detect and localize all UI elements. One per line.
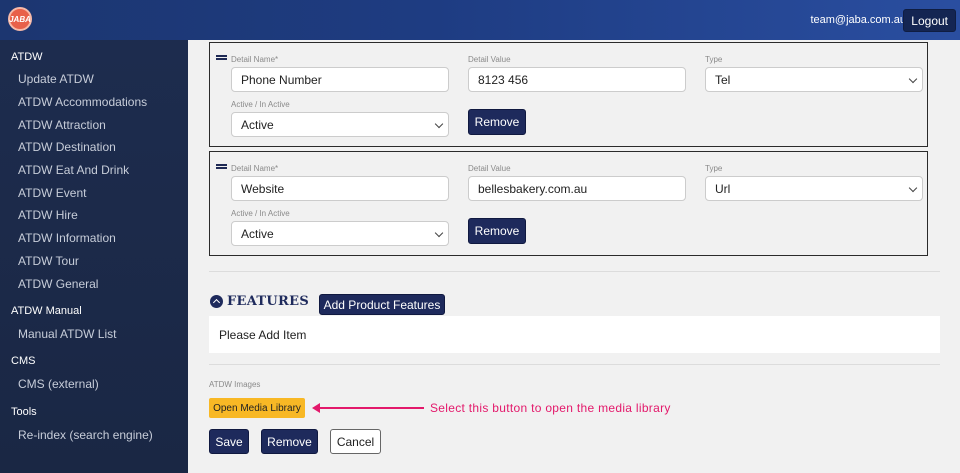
chevron-down-icon — [434, 228, 444, 238]
chevron-down-icon — [908, 183, 918, 193]
chevron-down-icon — [434, 119, 444, 129]
sidebar-item-reindex[interactable]: Re-index (search engine) — [18, 428, 153, 442]
sidebar-item-cms-external[interactable]: CMS (external) — [18, 377, 99, 391]
detail-row: Detail Name* Website Detail Value belles… — [209, 151, 928, 256]
sidebar-item-atdw-information[interactable]: ATDW Information — [18, 231, 116, 245]
sidebar-item-atdw-hire[interactable]: ATDW Hire — [18, 208, 78, 222]
sidebar-item-atdw-attraction[interactable]: ATDW Attraction — [18, 118, 106, 132]
drag-handle-icon[interactable] — [216, 164, 227, 169]
features-empty-text: Please Add Item — [219, 327, 307, 342]
sidebar-item-atdw-general[interactable]: ATDW General — [18, 277, 98, 291]
active-label: Active / In Active — [231, 209, 290, 218]
logo[interactable]: JABA — [8, 7, 32, 31]
type-select[interactable]: Tel — [705, 67, 923, 92]
sidebar-item-atdw-eat-and-drink[interactable]: ATDW Eat And Drink — [18, 163, 129, 177]
drag-handle-icon[interactable] — [216, 55, 227, 60]
detail-name-label: Detail Name* — [231, 55, 279, 64]
user-email: team@jaba.com.au — [810, 14, 906, 26]
sidebar: ATDW Update ATDW ATDW Accommodations ATD… — [0, 40, 188, 473]
detail-value-label: Detail Value — [468, 164, 511, 173]
sidebar-item-manual-atdw-list[interactable]: Manual ATDW List — [18, 327, 116, 341]
logout-button[interactable]: Logout — [903, 9, 956, 32]
sidebar-item-atdw-destination[interactable]: ATDW Destination — [18, 140, 116, 154]
main-content: Detail Name* Phone Number Detail Value 8… — [188, 40, 960, 473]
annotation-text: Select this button to open the media lib… — [430, 401, 671, 415]
divider — [209, 364, 940, 365]
sidebar-section-atdw: ATDW — [11, 51, 43, 63]
features-header[interactable]: FEATURES — [210, 294, 309, 309]
sidebar-item-atdw-accommodations[interactable]: ATDW Accommodations — [18, 95, 147, 109]
features-list: Please Add Item — [209, 316, 940, 353]
active-label: Active / In Active — [231, 100, 290, 109]
atdw-images-label: ATDW Images — [209, 380, 261, 389]
open-media-library-button[interactable]: Open Media Library — [209, 398, 305, 418]
cancel-button[interactable]: Cancel — [330, 429, 381, 454]
detail-name-label: Detail Name* — [231, 164, 279, 173]
active-select[interactable]: Active — [231, 112, 449, 137]
detail-value-label: Detail Value — [468, 55, 511, 64]
logo-text: JABA — [9, 14, 31, 24]
type-select[interactable]: Url — [705, 176, 923, 201]
detail-value-field[interactable]: bellesbakery.com.au — [468, 176, 686, 201]
active-select-value: Active — [241, 226, 274, 241]
active-select[interactable]: Active — [231, 221, 449, 246]
type-select-value: Tel — [715, 72, 731, 87]
sidebar-section-cms: CMS — [11, 355, 36, 367]
collapse-chevron-icon[interactable] — [210, 295, 223, 308]
sidebar-section-tools: Tools — [11, 406, 37, 418]
save-button[interactable]: Save — [209, 429, 249, 454]
top-bar: JABA team@jaba.com.au Logout — [0, 0, 960, 40]
chevron-down-icon — [908, 74, 918, 84]
type-label: Type — [705, 55, 723, 64]
sidebar-item-atdw-event[interactable]: ATDW Event — [18, 186, 86, 200]
divider — [209, 271, 940, 272]
remove-detail-button[interactable]: Remove — [468, 218, 526, 244]
detail-name-field[interactable]: Phone Number — [231, 67, 449, 92]
remove-detail-button[interactable]: Remove — [468, 109, 526, 135]
sidebar-item-atdw-tour[interactable]: ATDW Tour — [18, 254, 79, 268]
active-select-value: Active — [241, 117, 274, 132]
type-select-value: Url — [715, 181, 731, 196]
sidebar-item-update-atdw[interactable]: Update ATDW — [18, 72, 94, 86]
remove-button[interactable]: Remove — [261, 429, 318, 454]
detail-name-field[interactable]: Website — [231, 176, 449, 201]
sidebar-section-atdw-manual: ATDW Manual — [11, 305, 82, 317]
add-product-features-button[interactable]: Add Product Features — [319, 294, 445, 315]
detail-value-field[interactable]: 8123 456 — [468, 67, 686, 92]
detail-row: Detail Name* Phone Number Detail Value 8… — [209, 42, 928, 147]
features-title: FEATURES — [227, 294, 310, 309]
type-label: Type — [705, 164, 723, 173]
annotation-arrow — [318, 407, 424, 409]
